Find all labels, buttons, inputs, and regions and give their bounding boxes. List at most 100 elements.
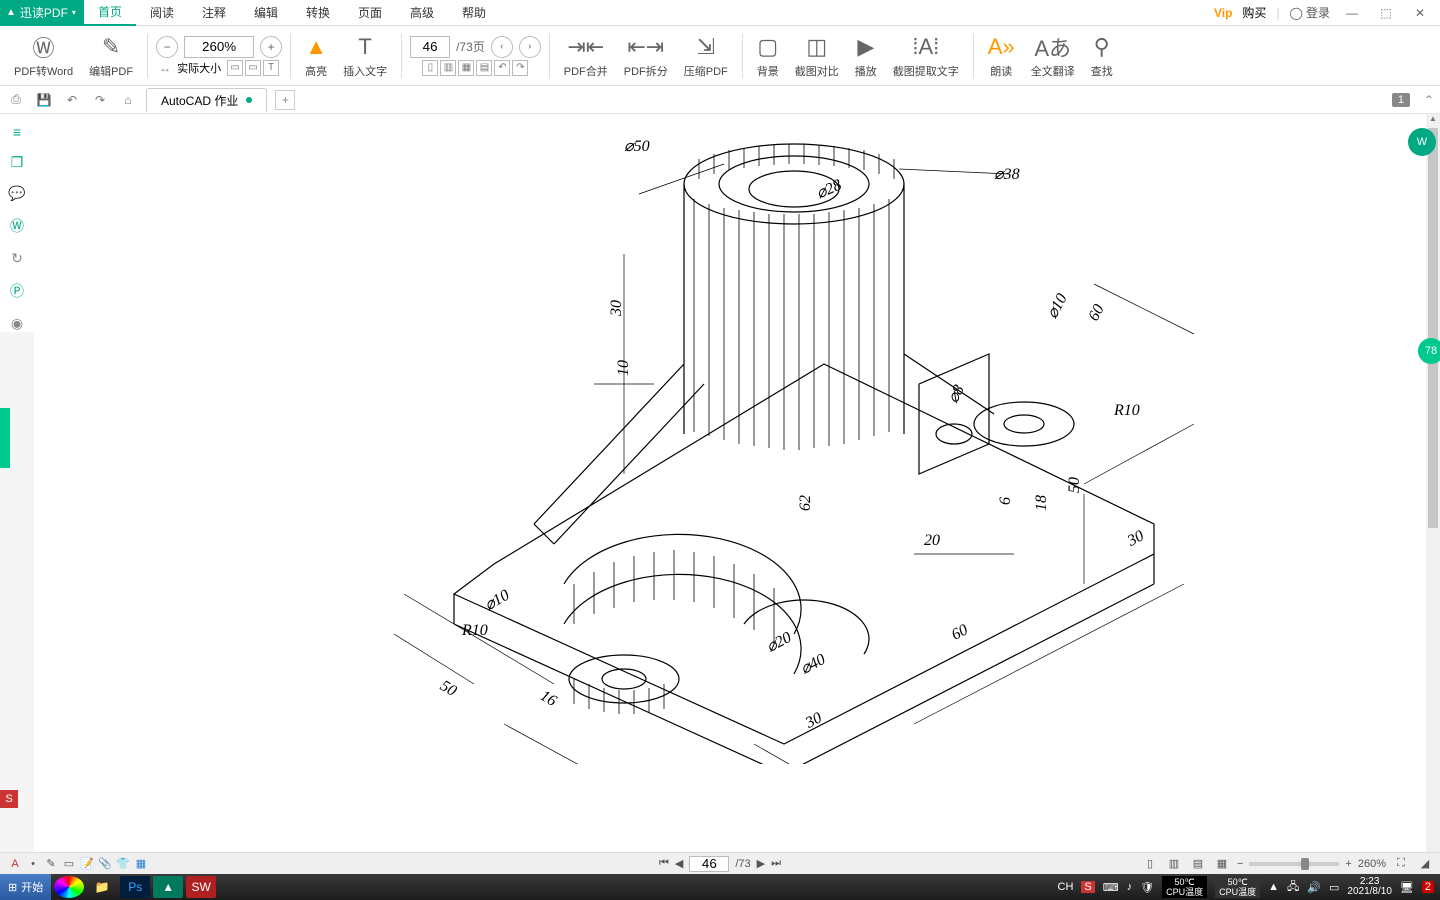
layout-opt[interactable]: T [263,60,279,76]
view-opt[interactable]: ▤ [476,60,492,76]
view-opt[interactable]: ▦ [458,60,474,76]
record-icon[interactable]: ◉ [11,315,23,332]
zoom-out-button[interactable]: − [156,36,178,58]
floating-s-badge[interactable]: S [0,790,18,808]
page-input[interactable] [410,36,450,58]
highlight-button[interactable]: ▲高亮 [299,28,333,84]
tray-lang[interactable]: CH [1058,881,1074,893]
ppt-side-icon[interactable]: Ⓟ [10,281,24,301]
tray-expand-icon[interactable]: ▲ [1268,881,1279,893]
tray-volume-icon[interactable]: 🔊 [1307,881,1321,894]
cpu-temp-widget-2[interactable]: 50℃ CPU温度 [1215,876,1260,898]
tb-explorer-icon[interactable]: 📁 [87,876,117,898]
comment-icon[interactable]: 💬 [8,185,25,202]
save-icon[interactable]: 💾 [34,93,54,107]
play-button[interactable]: ▶播放 [849,28,883,84]
prev-page-button[interactable]: ‹ [491,36,513,58]
sb-grid-icon[interactable]: ▦ [132,857,150,870]
cpu-temp-widget[interactable]: 50℃ CPU温度 [1162,876,1207,898]
zoom-slider[interactable] [1249,862,1339,866]
view-cont-icon[interactable]: ▦ [1213,857,1231,870]
compress-button[interactable]: ⇲压缩PDF [678,28,734,84]
next-page-button[interactable]: ▶ [757,857,765,870]
background-button[interactable]: ▢背景 [751,28,785,84]
zoom-in-button[interactable]: + [260,36,282,58]
compare-button[interactable]: ◫截图对比 [789,28,845,84]
tb-photoshop-icon[interactable]: Ps [120,876,150,898]
view-facing-icon[interactable]: ▥ [1165,857,1183,870]
pages-icon[interactable]: ❐ [11,154,24,171]
sb-text-color-icon[interactable]: A [6,858,24,870]
prev-page-button[interactable]: ◀ [675,857,683,870]
tray-badge[interactable]: 2 [1422,881,1434,893]
add-tab-button[interactable]: + [275,90,295,110]
tb-solidworks-icon[interactable]: SW [186,876,216,898]
ocr-button[interactable]: ⁞A⁞截图提取文字 [887,28,965,84]
view-opt[interactable]: ▯ [422,60,438,76]
menu-tab-annotate[interactable]: 注释 [188,0,240,26]
undo-icon[interactable]: ↶ [62,93,82,107]
pdf-to-word-button[interactable]: ⓌPDF转Word [8,28,79,84]
menu-tab-page[interactable]: 页面 [344,0,396,26]
float-word-icon[interactable]: W [1408,128,1436,156]
expand-icon[interactable]: ⌃ [1424,93,1434,107]
home-icon[interactable]: ⌂ [118,93,138,107]
maximize-button[interactable]: ⬚ [1374,6,1398,20]
first-page-button[interactable]: ⏮ [659,857,669,870]
corner-icon[interactable]: ◢ [1416,857,1434,870]
insert-text-button[interactable]: T插入文字 [337,28,393,84]
split-button[interactable]: ⇤⇥PDF拆分 [618,28,674,84]
actual-size-button[interactable]: 实际大小 [177,60,221,76]
buy-link[interactable]: 购买 [1242,4,1266,21]
tray-s-icon[interactable]: S [1081,881,1094,893]
sb-shape-icon[interactable]: ▭ [60,857,78,870]
tb-pdf-icon[interactable]: ▲ [153,876,183,898]
fullscreen-icon[interactable]: ⛶ [1392,857,1410,870]
view-book-icon[interactable]: ▤ [1189,857,1207,870]
last-page-button[interactable]: ⏭ [771,857,781,870]
merge-button[interactable]: ⇥⇤PDF合并 [558,28,614,84]
read-aloud-button[interactable]: A»朗读 [982,28,1021,84]
tray-keyboard-icon[interactable]: ⌨ [1103,881,1119,894]
redo-button[interactable]: ↷ [512,60,528,76]
view-single-icon[interactable]: ▯ [1141,857,1159,870]
vip-icon[interactable]: Vip [1214,6,1232,20]
document-viewport[interactable]: ⌀50 ⌀38 ⌀28 30 10 ⌀10 60 R10 ⌀8 50 18 6 … [34,114,1426,852]
menu-tab-edit[interactable]: 编辑 [240,0,292,26]
login-button[interactable]: ◯ 登录 [1290,4,1330,21]
start-button[interactable]: ⊞ 开始 [0,874,51,900]
refresh-icon[interactable]: ↻ [11,250,23,267]
app-logo[interactable]: 迅读PDF [0,0,84,26]
tray-monitor-icon[interactable]: 🖥 [1400,881,1414,894]
tb-colorwheel-icon[interactable] [54,876,84,898]
zoom-out-sb[interactable]: − [1237,858,1243,870]
outline-icon[interactable]: ≡ [13,124,21,140]
sb-marker-icon[interactable]: ✎ [42,857,60,870]
panel-handle[interactable] [0,408,10,468]
tray-music-icon[interactable]: ♪ [1127,881,1133,893]
sb-dot-icon[interactable]: • [24,858,42,870]
close-button[interactable]: ✕ [1408,6,1432,20]
minimize-button[interactable]: — [1340,6,1364,20]
tray-clock[interactable]: 2:23 2021/8/10 [1347,877,1392,897]
redo-icon[interactable]: ↷ [90,93,110,107]
print-icon[interactable]: ⎙ [6,92,26,107]
page-input-bottom[interactable] [689,856,729,872]
document-tab[interactable]: AutoCAD 作业 [146,88,267,112]
find-button[interactable]: ⚲查找 [1085,28,1119,84]
zoom-input[interactable] [184,36,254,58]
fit-width-icon[interactable]: ↔ [159,61,171,75]
sb-note-icon[interactable]: 📝 [78,857,96,870]
layout-opt[interactable]: ▭ [245,60,261,76]
translate-button[interactable]: Aあ全文翻译 [1025,28,1081,84]
zoom-in-sb[interactable]: + [1345,858,1351,870]
undo-button[interactable]: ↶ [494,60,510,76]
menu-tab-help[interactable]: 帮助 [448,0,500,26]
edit-pdf-button[interactable]: ✎编辑PDF [83,28,139,84]
menu-tab-home[interactable]: 首页 [84,0,136,26]
menu-tab-read[interactable]: 阅读 [136,0,188,26]
tray-network-icon[interactable]: 🖧 [1287,878,1299,897]
tray-battery-icon[interactable]: ▭ [1329,881,1339,894]
view-opt[interactable]: ▥ [440,60,456,76]
tray-shield-icon[interactable]: 🛡 [1140,881,1154,894]
